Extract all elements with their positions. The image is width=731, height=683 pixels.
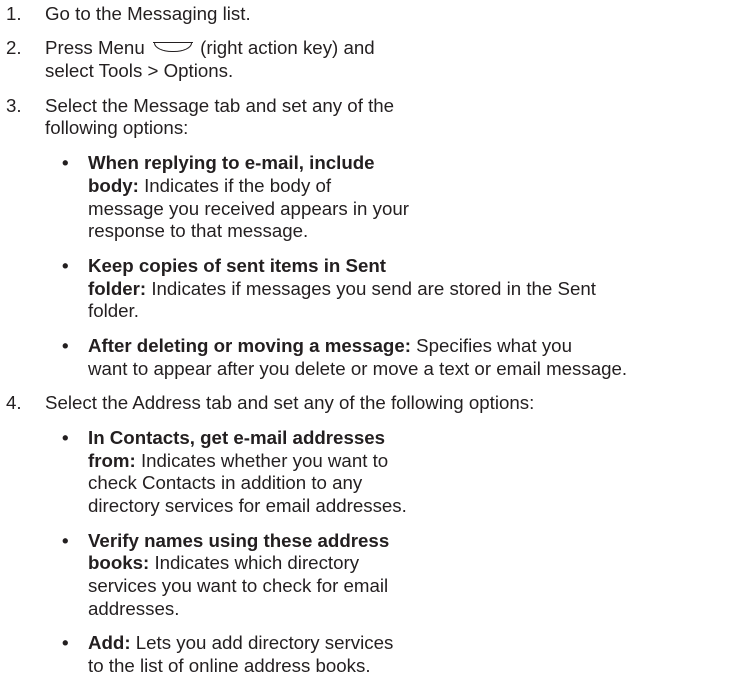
option-line: directory services for email addresses. (88, 494, 407, 516)
option-line: services you want to check for email (88, 575, 389, 596)
option-contacts-email-from: In Contacts, get e-mail addresses (88, 427, 386, 449)
option-reply-include-body: When replying to e-mail, include (88, 152, 375, 174)
step-2-line-1: Press Menu (right action key) and (45, 37, 375, 59)
option-after-deleting: After deleting or moving a message: Spec… (88, 334, 572, 356)
step-number: 1. (6, 2, 22, 24)
option-line: want to appear after you delete or move … (88, 357, 628, 379)
bullet: • (62, 632, 69, 654)
option-line: body: Indicates if the body of (88, 174, 332, 196)
option-line: books: Indicates which directory (88, 552, 360, 574)
option-line: from: Indicates whether you want to (88, 449, 389, 471)
step-2-line-2: select Tools > Options. (45, 60, 234, 81)
step-number: 4. (6, 392, 22, 414)
option-line: to the list of online address books. (88, 655, 371, 676)
bullet: • (62, 334, 69, 356)
option-line: check Contacts in addition to any (88, 472, 363, 494)
option-keep-sent-copies: Keep copies of sent items in Sent (88, 254, 387, 276)
step-3-line-2: following options: (45, 117, 189, 139)
right-action-key-icon (152, 42, 193, 53)
step-number: 3. (6, 94, 22, 116)
step-number: 2. (6, 37, 22, 59)
bullet: • (62, 152, 69, 174)
step-1-text: Go to the Messaging list. (45, 2, 251, 24)
step-3-line-1: Select the Message tab and set any of th… (45, 94, 395, 116)
option-line: folder. (88, 300, 139, 322)
bullet: • (62, 427, 69, 449)
bullet: • (62, 254, 69, 276)
step-4-line-1: Select the Address tab and set any of th… (45, 392, 535, 414)
option-verify-names: Verify names using these address (88, 529, 390, 551)
option-line: response to that message. (88, 220, 309, 242)
option-line: folder: Indicates if messages you send a… (88, 277, 596, 299)
option-line: addresses. (88, 597, 180, 619)
option-add: Add: Lets you add directory services (88, 632, 394, 654)
option-line: message you received appears in your (88, 197, 409, 219)
bullet: • (62, 529, 69, 551)
